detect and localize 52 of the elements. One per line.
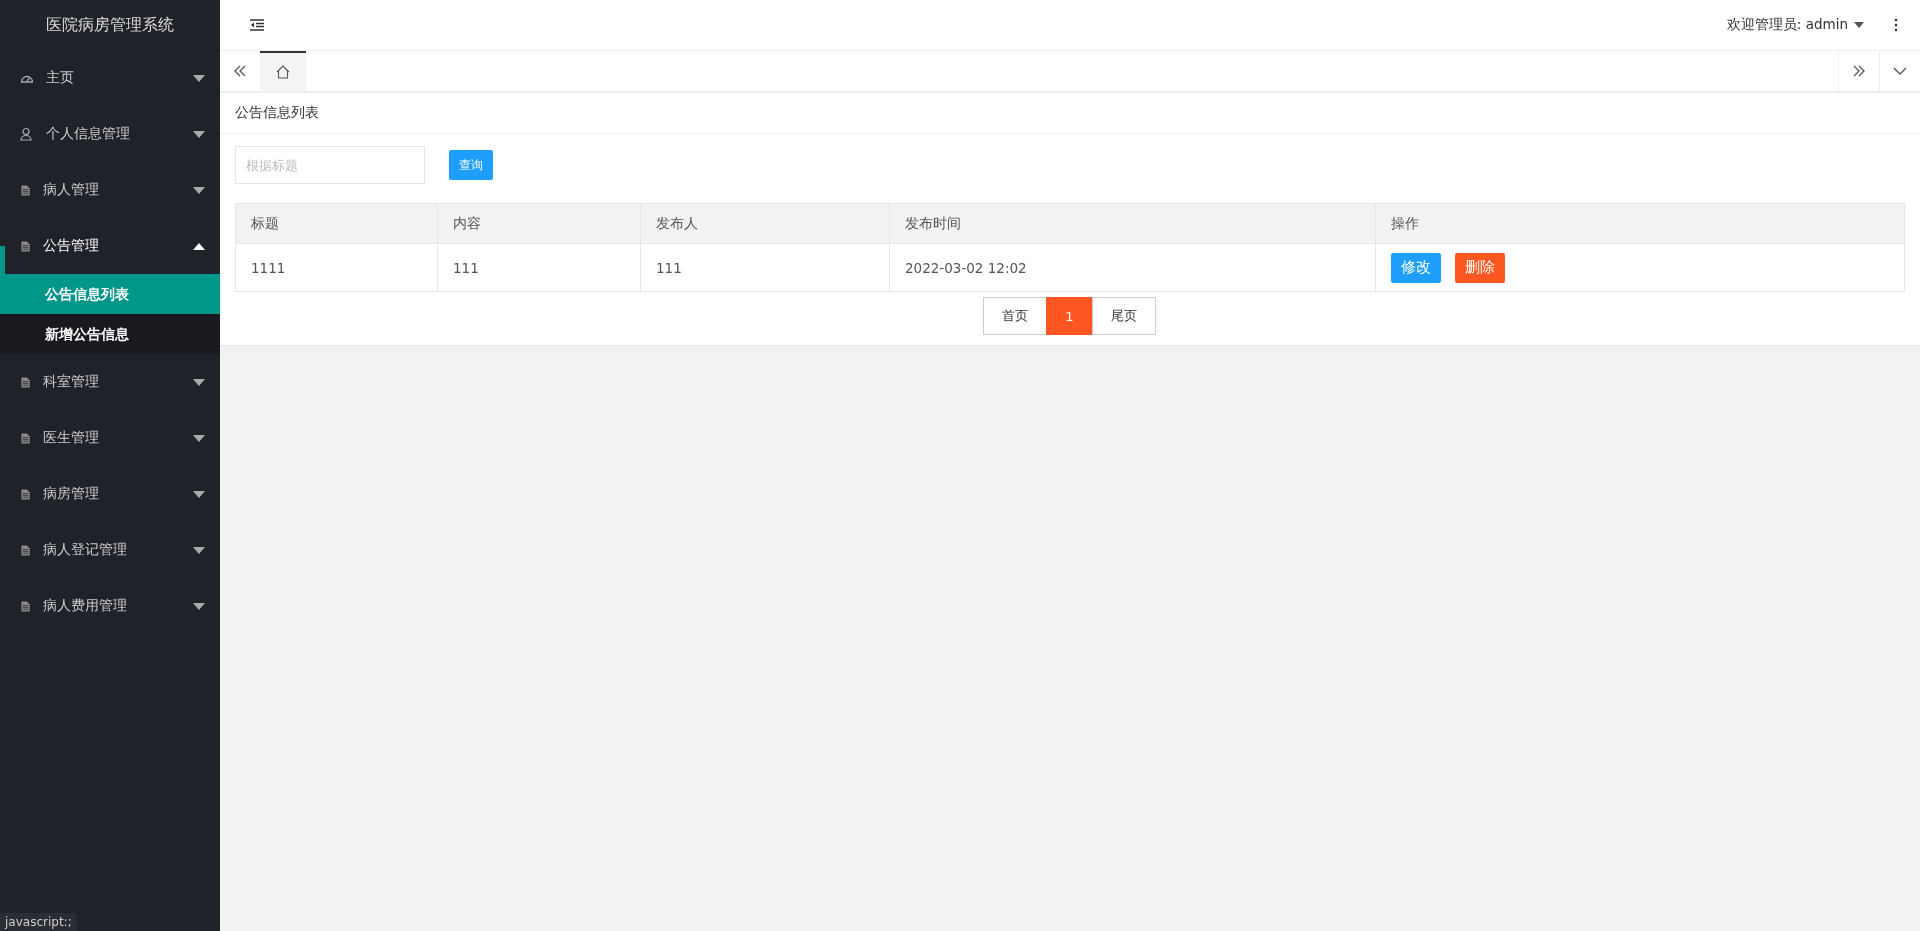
caret-down-icon	[193, 378, 205, 386]
menu-icon[interactable]	[250, 19, 264, 31]
submenu-item[interactable]: 新增公告信息	[0, 314, 220, 354]
column-header: 内容	[437, 203, 641, 244]
chevron-down-icon	[1893, 67, 1907, 75]
document-icon	[20, 432, 31, 444]
caret-down-icon	[1854, 22, 1864, 28]
caret-down-icon	[193, 434, 205, 442]
caret-down-icon	[193, 602, 205, 610]
page-button[interactable]: 尾页	[1091, 297, 1156, 335]
sidebar-item[interactable]: 病人费用管理	[0, 578, 220, 634]
document-icon	[20, 600, 31, 612]
document-icon	[20, 488, 31, 500]
document-icon	[20, 376, 31, 388]
column-header: 操作	[1375, 203, 1905, 244]
status-text: javascript:;	[0, 913, 77, 931]
caret-down-icon	[193, 74, 205, 82]
sidebar-item[interactable]: 个人信息管理	[0, 106, 220, 162]
double-chevron-right-icon	[1852, 65, 1866, 77]
home-tab[interactable]	[260, 51, 306, 91]
home-icon	[275, 64, 291, 80]
column-header: 发布时间	[889, 203, 1376, 244]
search-field[interactable]: 根据标题	[235, 146, 425, 184]
sidebar-item[interactable]: 科室管理	[0, 354, 220, 410]
app-title: 医院病房管理系统	[45, 14, 175, 36]
page-title: 公告信息列表	[235, 104, 319, 122]
more-icon[interactable]	[1894, 18, 1898, 32]
document-icon	[20, 544, 31, 556]
sidebar-item[interactable]: 病人管理	[0, 162, 220, 218]
caret-down-icon	[193, 186, 205, 194]
column-header: 发布人	[640, 203, 890, 244]
submenu-item[interactable]: 公告信息列表	[0, 274, 220, 314]
document-icon	[20, 240, 31, 252]
column-header: 标题	[235, 203, 438, 244]
sidebar-item[interactable]: 病房管理	[0, 466, 220, 522]
document-icon	[20, 184, 31, 196]
user-icon	[20, 127, 34, 141]
table-cell: 2022-03-02 12:02	[889, 243, 1376, 292]
page-button[interactable]: 首页	[983, 297, 1048, 335]
double-chevron-left-icon	[233, 65, 247, 77]
caret-down-icon	[193, 546, 205, 554]
caret-down-icon	[193, 130, 205, 138]
caret-up-icon	[193, 242, 205, 250]
sidebar-item[interactable]: 公告管理	[0, 218, 220, 274]
caret-down-icon	[193, 490, 205, 498]
table-cell: 111	[640, 243, 890, 292]
table-cell: 1111	[235, 243, 438, 292]
sidebar-item[interactable]: 主页	[0, 50, 220, 106]
table-cell: 111	[437, 243, 641, 292]
sidebar-item[interactable]: 医生管理	[0, 410, 220, 466]
user-menu[interactable]: 欢迎管理员: admin	[1726, 16, 1864, 34]
sidebar-item[interactable]: 病人登记管理	[0, 522, 220, 578]
